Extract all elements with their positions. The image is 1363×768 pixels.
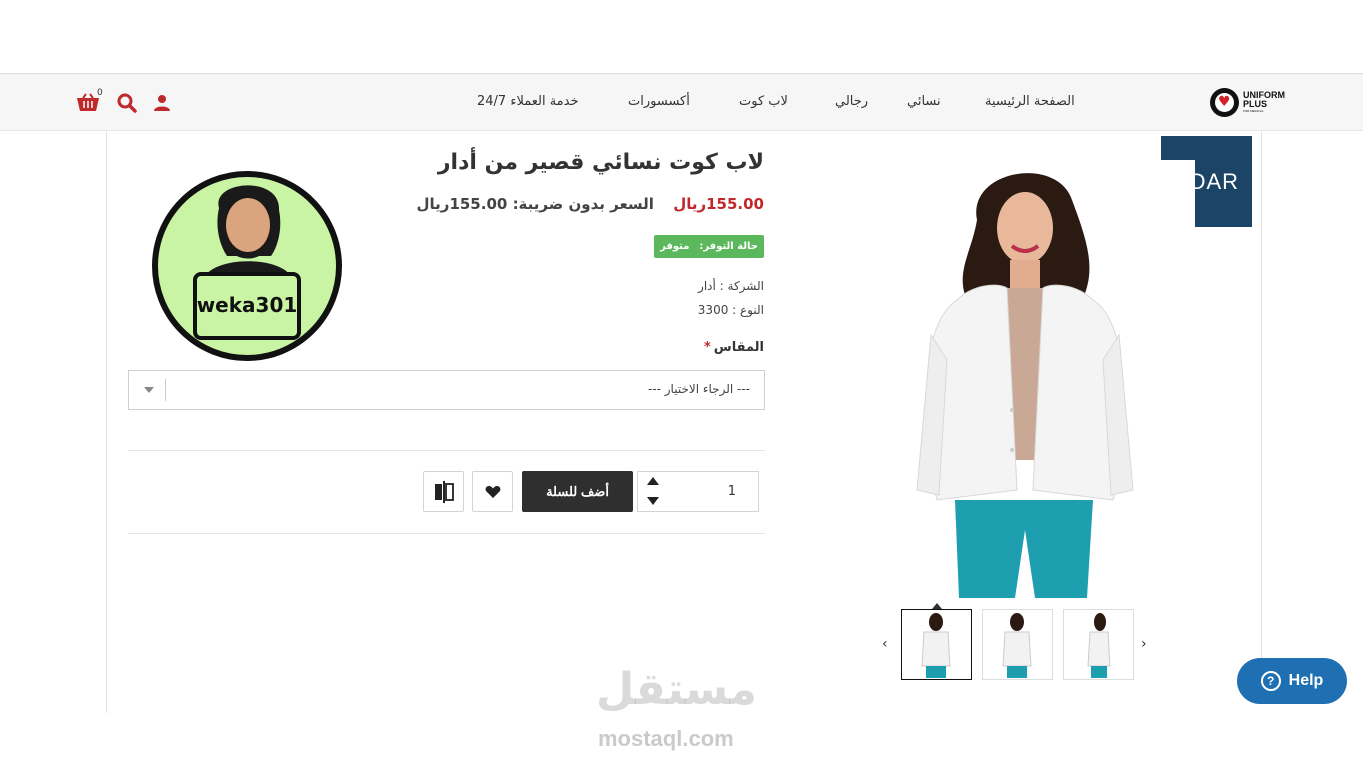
stock-value: متوفر [660,241,690,252]
product-price: 155.00ريال [673,195,764,213]
watermark-arabic: مستقل [596,664,757,715]
thumbnail-2[interactable] [982,609,1053,680]
logo-text: UNIFORM PLUS FOR MEDICAL [1243,89,1285,113]
quantity-decrease-icon[interactable] [647,497,659,505]
user-icon[interactable] [151,92,173,114]
quantity-stepper[interactable]: 1 [637,471,759,512]
watermark-english: mostaql.com [598,726,734,751]
nav-accessories[interactable]: أكسسورات [628,94,690,109]
seller-avatar: weka301 [151,170,343,362]
thumbnail-3[interactable] [1063,609,1134,680]
size-label: المقاس* [703,340,764,355]
stock-label: حالة التوفر: [699,241,758,252]
content-border-left [106,131,107,713]
size-select[interactable]: --- الرجاء الاختيار --- [128,370,765,410]
quantity-input[interactable]: 1 [728,484,736,499]
required-asterisk: * [703,340,711,355]
nav-women[interactable]: نسائي [907,94,941,109]
divider [128,450,765,451]
search-icon[interactable] [116,92,138,114]
product-title: لاب كوت نسائي قصير من أدار [437,150,764,175]
svg-text:weka301: weka301 [197,293,298,317]
help-button[interactable]: ? Help [1237,658,1347,704]
site-logo[interactable]: ♥ UNIFORM PLUS FOR MEDICAL [1210,86,1300,118]
stock-status-badge: حالة التوفر: متوفر [654,235,764,258]
cart-count: 0 [97,88,103,98]
nav-customer-service[interactable]: خدمة العملاء 24/7 [477,94,579,109]
quantity-increase-icon[interactable] [647,477,659,485]
add-to-cart-button[interactable]: أضف للسلة [522,471,633,512]
divider [128,533,765,534]
nav-home[interactable]: الصفحة الرئيسية [985,94,1075,109]
question-icon: ? [1260,671,1281,691]
price-ex-tax: 155.00ريال [416,195,508,213]
size-select-value: --- الرجاء الاختيار --- [647,382,750,396]
thumbnails-next-arrow[interactable]: › [1141,636,1147,652]
help-label: Help [1288,672,1324,689]
price-ex-tax-label: السعر بدون ضريبة: [512,195,654,213]
price-row: 155.00ريال السعر بدون ضريبة: 155.00ريال [417,195,764,213]
logo-heart-icon: ♥ [1210,87,1239,117]
compare-button[interactable] [423,471,464,512]
select-separator [165,379,166,401]
wishlist-button[interactable] [472,471,513,512]
content-border-right [1261,131,1262,671]
product-main-image[interactable] [847,160,1195,598]
compare-icon [434,480,454,503]
product-model: النوع : 3300 [697,303,764,317]
top-blank-area [0,0,1363,73]
product-company: الشركة : أدار [698,279,764,293]
chevron-down-icon[interactable] [144,387,154,393]
site-header: ♥ UNIFORM PLUS FOR MEDICAL الصفحة الرئيس… [0,73,1363,131]
thumbnails-prev-arrow[interactable]: ‹ [882,636,888,652]
heart-icon [485,485,500,498]
nav-men[interactable]: رجالي [835,94,868,109]
thumbnail-1[interactable] [901,609,972,680]
nav-lab-coat[interactable]: لاب كوت [739,94,788,109]
